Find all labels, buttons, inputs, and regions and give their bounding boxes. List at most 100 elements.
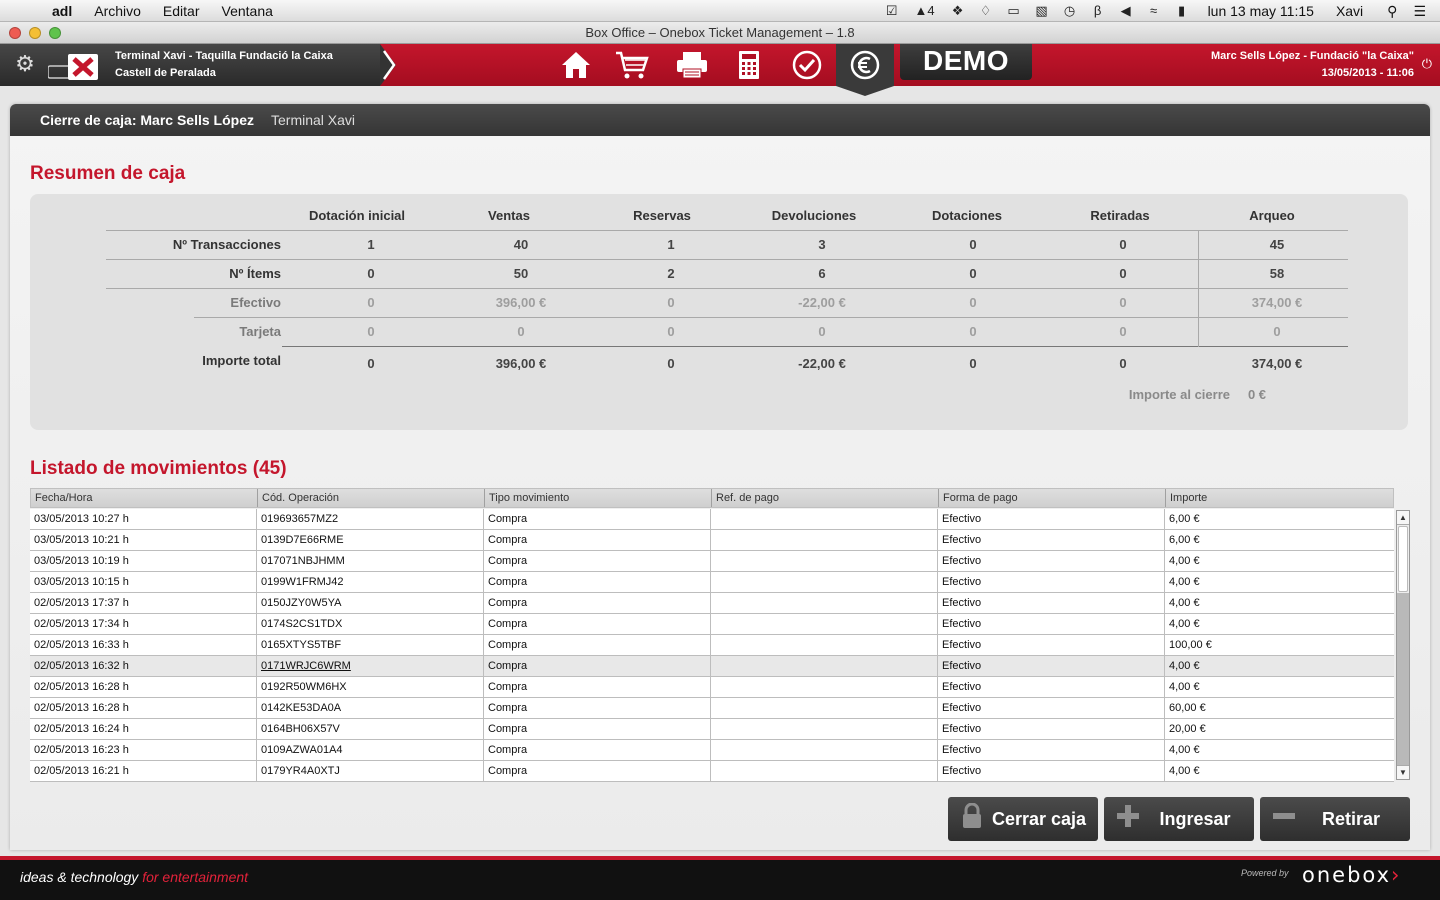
table-row[interactable]: 03/05/2013 10:27 h 019693657MZ2 Compra Efec… [30,509,1394,530]
summary-cell: 374,00 € [1251,356,1303,371]
summary-cell: 0 [367,356,375,371]
scroll-track[interactable] [1397,593,1409,765]
menubar-clock[interactable]: lun 13 may 11:15 [1208,3,1314,19]
table-row[interactable]: 02/05/2013 16:33 h 0165XTYS5TBF Compra Efec… [30,635,1394,656]
dropbox-icon[interactable]: ❖ [950,4,966,18]
power-icon[interactable]: ⏻ [1422,56,1432,72]
cell-tipo: Compra [484,530,711,550]
summary-cell: 0 [1119,324,1127,339]
summary-cell: 396,00 € [495,295,547,310]
scroll-thumb[interactable] [1398,526,1408,592]
window-close-button[interactable] [9,27,21,39]
summary-cell: 45 [1269,237,1285,252]
table-row[interactable]: 02/05/2013 16:28 h 0192R50WM6HX Compra Efec… [30,677,1394,698]
powered-by-label: Powered by [1241,868,1289,878]
gear-icon[interactable]: ⚙ [13,52,37,76]
table-row[interactable]: 02/05/2013 16:21 h 0179YR4A0XTJ Compra Efec… [30,761,1394,782]
column-header-fecha[interactable]: Fecha/Hora [31,489,258,507]
wifi-icon[interactable]: ≈ [1146,4,1162,18]
cell-codigo: 0109AZWA01A4 [257,740,484,760]
column-header-codigo[interactable]: Cód. Operación [258,489,485,507]
cell-forma: Efectivo [938,698,1165,718]
summary-cell: 0 [818,324,826,339]
cell-fecha: 02/05/2013 16:33 h [30,635,257,655]
table-row[interactable]: 03/05/2013 10:21 h 0139D7E66RME Compra Efec… [30,530,1394,551]
summary-cell: 1 [667,237,675,252]
time-machine-icon[interactable]: ◷ [1062,4,1078,18]
menu-editar[interactable]: Editar [163,3,200,19]
table-row[interactable]: 03/05/2013 10:19 h 017071NBJHMM Compra Efec… [30,551,1394,572]
table-row[interactable]: 02/05/2013 16:32 h 0171WRJC6WRM Compra Efec… [30,656,1394,677]
table-row[interactable]: 03/05/2013 10:15 h 0199W1FRMJ42 Compra Efec… [30,572,1394,593]
nav-cart-button[interactable] [614,48,650,82]
summary-cell: 1 [367,237,375,252]
nav-validate-button[interactable] [789,48,825,82]
summary-col-header: Retiradas [1090,208,1150,223]
summary-cell: 0 [667,295,675,310]
evernote-icon[interactable]: ♢ [978,4,994,18]
battery-icon[interactable]: ▧ [1034,4,1050,18]
withdraw-button[interactable]: Retirar [1260,797,1410,841]
summary-cell: -22,00 € [798,356,846,371]
column-header-forma[interactable]: Forma de pago [939,489,1166,507]
airplay-icon[interactable]: ▭ [1006,4,1022,18]
column-header-ref[interactable]: Ref. de pago [712,489,939,507]
summary-cell: 0 [517,324,525,339]
movements-scrollbar[interactable]: ▲ ▼ [1396,510,1410,780]
bluetooth-icon[interactable]: β [1090,4,1106,18]
deposit-button[interactable]: Ingresar [1104,797,1254,841]
table-row[interactable]: 02/05/2013 16:23 h 0109AZWA01A4 Compra Efec… [30,740,1394,761]
menu-app[interactable]: adl [52,3,72,19]
menu-archivo[interactable]: Archivo [94,3,141,19]
volume-icon[interactable]: ◀ [1118,4,1134,18]
terminal-panel: ⚙ Terminal Xavi - Taquilla Fundació la C… [0,44,380,86]
notification-center-icon[interactable]: ☰ [1413,3,1426,20]
table-row[interactable]: 02/05/2013 16:24 h 0164BH06X57V Compra Efec… [30,719,1394,740]
session-date: 13/05/2013 - 11:06 [1321,67,1414,79]
summary-row-label: Efectivo [230,295,281,310]
menu-ventana[interactable]: Ventana [222,3,273,19]
cell-tipo: Compra [484,635,711,655]
column-header-tipo[interactable]: Tipo movimiento [485,489,712,507]
window-minimize-button[interactable] [29,27,41,39]
cell-fecha: 03/05/2013 10:21 h [30,530,257,550]
cell-codigo: 0174S2CS1TDX [257,614,484,634]
table-row[interactable]: 02/05/2013 16:28 h 0142KE53DA0A Compra Efec… [30,698,1394,719]
table-row[interactable]: 02/05/2013 17:34 h 0174S2CS1TDX Compra Efec… [30,614,1394,635]
system-menubar: adl Archivo Editar Ventana ☑ ▲4 ❖ ♢ ▭ ▧ … [0,0,1440,22]
cell-codigo: 0179YR4A0XTJ [257,761,484,781]
chevron-right-icon [382,50,396,80]
summary-cell: 0 [367,324,375,339]
terminal-line2: Castell de Peralada [115,67,216,79]
nav-print-button[interactable] [674,48,710,82]
spotlight-search-icon[interactable]: ⚲ [1387,3,1397,20]
nav-cash-button[interactable] [836,44,894,86]
window-zoom-button[interactable] [49,27,61,39]
plus-icon [1110,803,1146,836]
cell-tipo: Compra [484,551,711,571]
summary-cell: 2 [667,266,675,281]
scroll-up-arrow-icon[interactable]: ▲ [1397,511,1409,525]
cell-codigo: 0150JZY0W5YA [257,593,484,613]
cell-importe: 6,00 € [1169,534,1200,546]
deposit-label: Ingresar [1159,808,1231,829]
table-row[interactable]: 02/05/2013 17:37 h 0150JZY0W5YA Compra Efec… [30,593,1394,614]
movements-table-header: Fecha/Hora Cód. Operación Tipo movimient… [30,488,1394,508]
menubar-user[interactable]: Xavi [1336,3,1363,19]
close-cash-button[interactable]: Cerrar caja [948,797,1098,841]
adobe-icon[interactable]: ▲4 [912,4,938,18]
summary-divider [106,259,1348,260]
summary-table: Dotación inicial Ventas Reservas Devoluc… [30,194,1408,430]
scroll-down-arrow-icon[interactable]: ▼ [1397,765,1409,779]
summary-cell: -22,00 € [798,295,846,310]
summary-row-label: Nº Transacciones [172,237,281,252]
summary-cell: 40 [513,237,529,252]
cell-codigo: 0199W1FRMJ42 [257,572,484,592]
nav-calculator-button[interactable] [731,48,767,82]
cell-forma: Efectivo [938,614,1165,634]
summary-col-header: Reservas [633,208,691,223]
battery-status-icon[interactable]: ▮ [1174,4,1190,18]
nav-home-button[interactable] [558,48,594,82]
shield-check-icon[interactable]: ☑ [884,4,900,18]
column-header-importe[interactable]: Importe [1166,489,1395,507]
